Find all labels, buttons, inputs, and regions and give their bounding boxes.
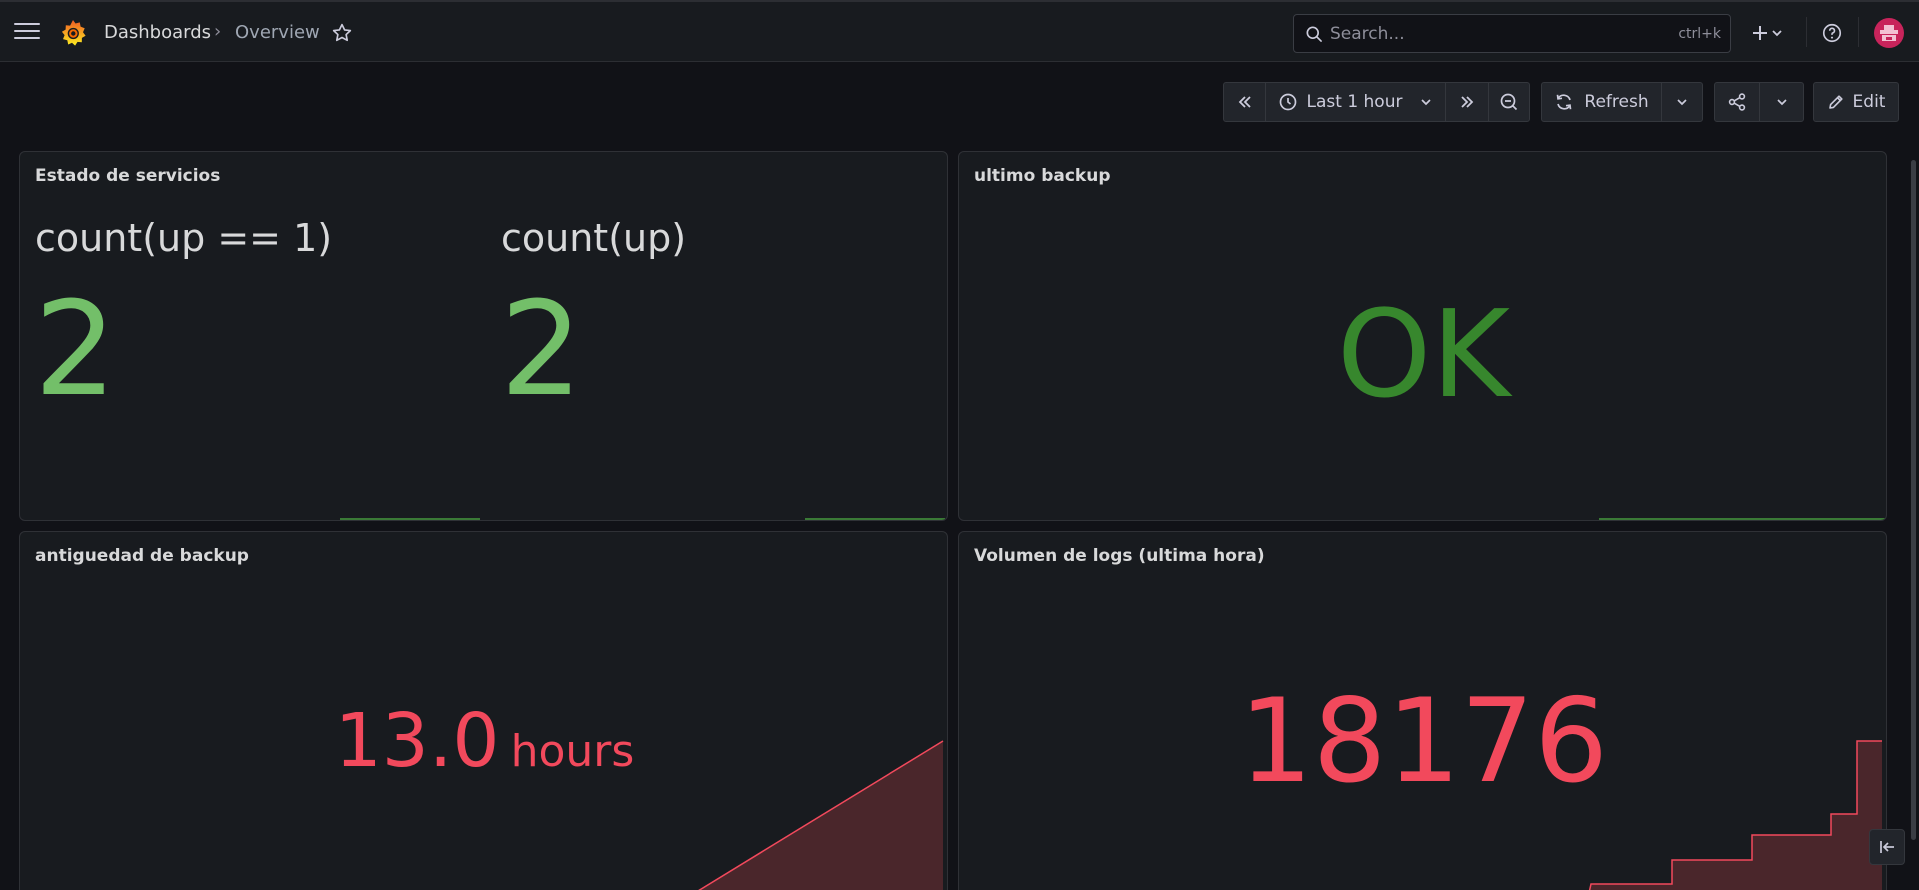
- chevrons-right-icon: [1461, 96, 1474, 108]
- breadcrumb-separator: ›: [214, 21, 222, 42]
- share-group: [1714, 82, 1804, 122]
- refresh-button[interactable]: Refresh: [1542, 83, 1661, 121]
- search-icon: [1306, 26, 1322, 42]
- chevron-down-icon: [1777, 99, 1787, 106]
- navbar-divider: [1858, 17, 1859, 47]
- dock-menu-button[interactable]: [1869, 829, 1905, 865]
- clock-icon: [1279, 93, 1296, 111]
- star-icon[interactable]: [331, 22, 353, 44]
- collapse-left-icon: [1880, 841, 1894, 853]
- stat-label: count(up == 1): [35, 216, 333, 260]
- breadcrumb-dashboards[interactable]: Dashboards: [104, 22, 211, 43]
- share-options-dropdown[interactable]: [1759, 83, 1803, 121]
- stat-display: 13.0 hours: [20, 698, 947, 784]
- stat-value: OK: [1336, 286, 1511, 425]
- panel-antiguedad-de-backup[interactable]: antiguedad de backup 13.0 hours: [19, 531, 948, 890]
- panel-estado-de-servicios[interactable]: Estado de servicios count(up == 1) 2 cou…: [19, 151, 948, 521]
- time-range-label: Last 1 hour: [1306, 92, 1403, 112]
- navbar-divider: [1806, 17, 1807, 47]
- stat-sparkline: [1599, 518, 1885, 520]
- search-input[interactable]: Search... ctrl+k: [1293, 14, 1731, 53]
- refresh-group: Refresh: [1541, 82, 1703, 122]
- add-new-button[interactable]: [1746, 20, 1790, 46]
- panel-title: Estado de servicios: [35, 166, 221, 186]
- stat-sparkline: [805, 518, 945, 520]
- refresh-icon: [1557, 94, 1572, 110]
- pencil-icon: [1828, 95, 1843, 109]
- breadcrumb-overview: Overview: [235, 22, 320, 43]
- time-range-picker[interactable]: Last 1 hour: [1265, 83, 1445, 121]
- help-icon[interactable]: [1821, 22, 1843, 44]
- time-range-back-button[interactable]: [1224, 83, 1265, 121]
- dashboard-scrollbar[interactable]: [1911, 160, 1916, 840]
- panel-volumen-de-logs[interactable]: Volumen de logs (ultima hora) 18176: [958, 531, 1887, 890]
- chevron-down-icon: [1421, 99, 1432, 106]
- stat-unit: hours: [510, 726, 635, 777]
- menu-icon[interactable]: [14, 23, 40, 41]
- stat-value: 18176: [1238, 674, 1608, 809]
- chevron-down-icon: [1772, 30, 1782, 37]
- panel-title: ultimo backup: [974, 166, 1111, 186]
- stat-value: 2: [500, 273, 583, 425]
- stat-value: 13.0: [334, 698, 500, 784]
- share-icon: [1729, 93, 1746, 111]
- stat-sparkline: [340, 518, 480, 520]
- refresh-label: Refresh: [1584, 92, 1649, 112]
- user-avatar[interactable]: [1874, 18, 1904, 48]
- search-placeholder: Search...: [1330, 24, 1405, 44]
- zoom-out-icon: [1500, 93, 1518, 111]
- stat-value: 2: [34, 273, 117, 425]
- stat-label: count(up): [501, 216, 687, 260]
- refresh-interval-dropdown[interactable]: [1661, 83, 1702, 121]
- panel-ultimo-backup[interactable]: ultimo backup OK: [958, 151, 1887, 521]
- time-range-forward-button[interactable]: [1445, 83, 1488, 121]
- zoom-out-button[interactable]: [1488, 83, 1529, 121]
- time-picker-group: Last 1 hour: [1223, 82, 1530, 122]
- share-button[interactable]: [1715, 83, 1759, 121]
- edit-label: Edit: [1852, 92, 1886, 112]
- top-navbar: Dashboards › Overview Search... ctrl+k: [0, 0, 1919, 62]
- chevrons-left-icon: [1238, 96, 1251, 108]
- search-shortcut: ctrl+k: [1678, 26, 1721, 42]
- chevron-down-icon: [1677, 99, 1687, 106]
- plus-icon: [1753, 26, 1767, 40]
- edit-button[interactable]: Edit: [1814, 83, 1898, 121]
- grafana-logo-icon[interactable]: [59, 19, 87, 47]
- edit-group: Edit: [1813, 82, 1899, 122]
